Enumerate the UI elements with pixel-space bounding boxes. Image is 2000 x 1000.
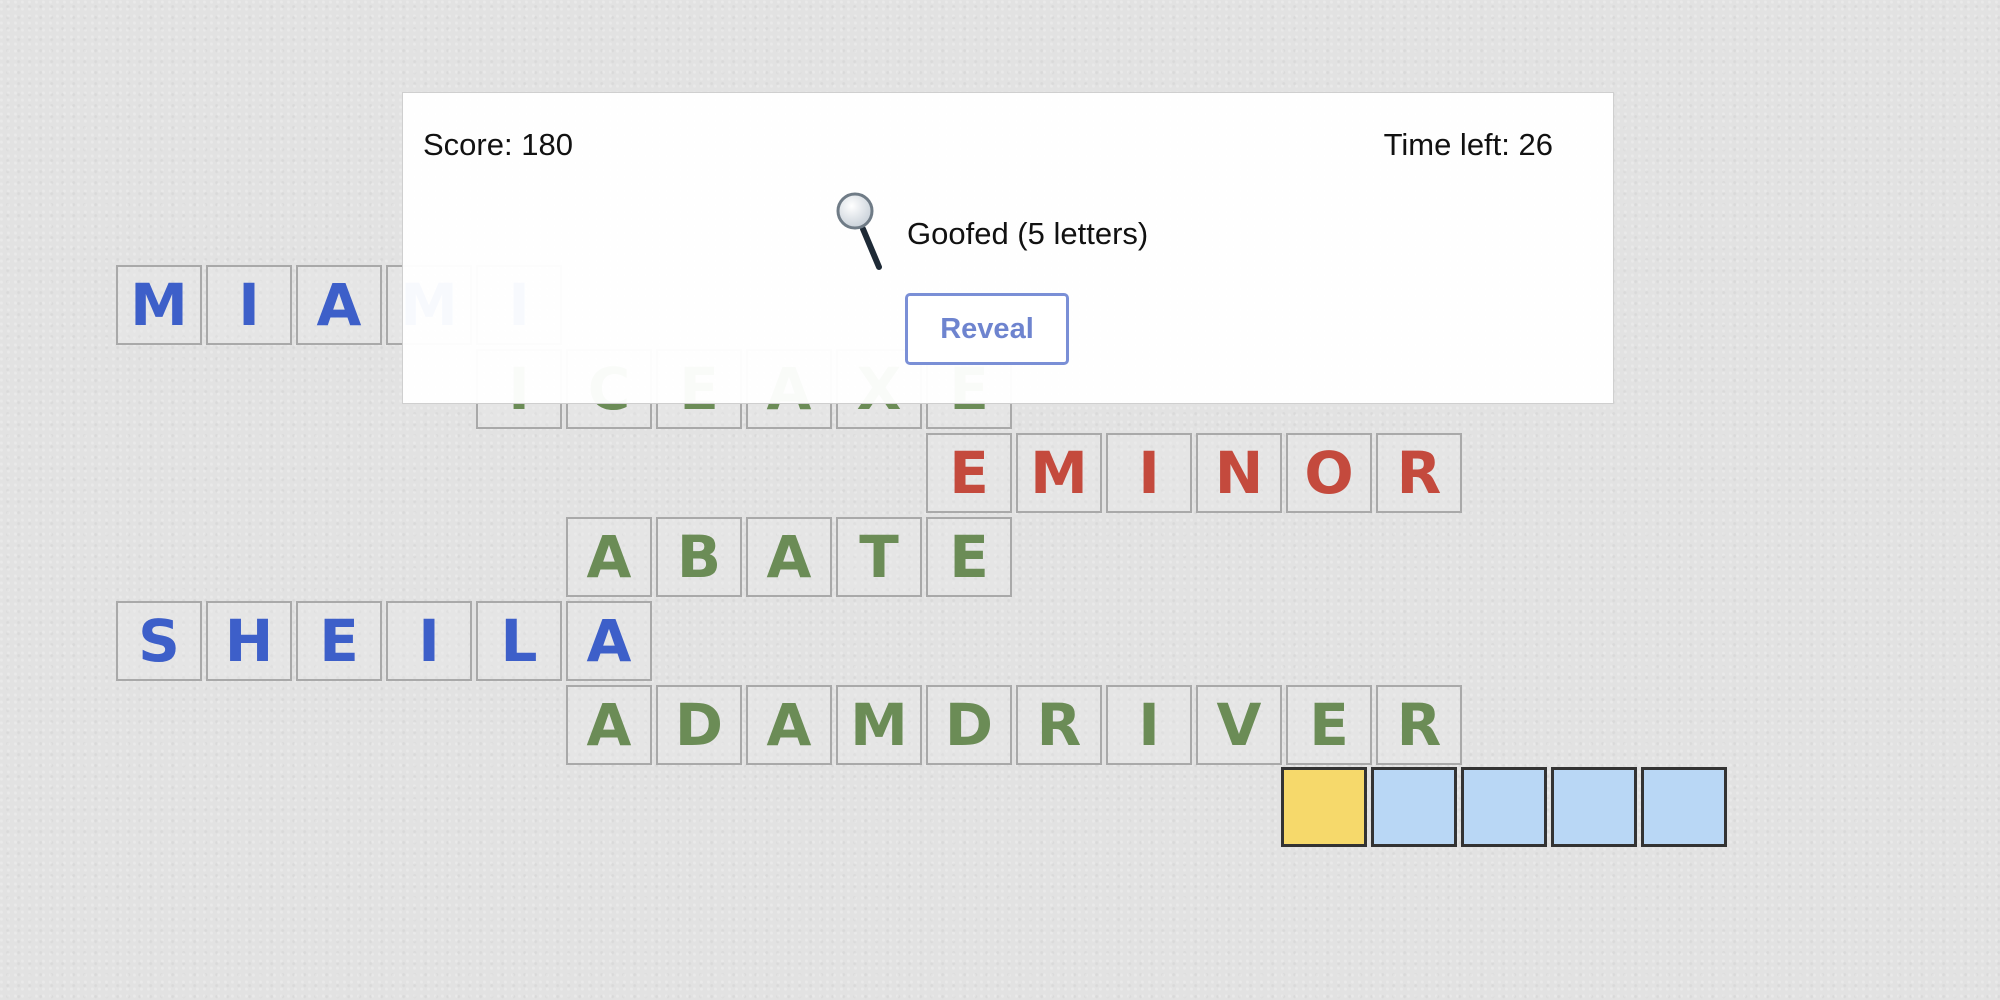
- letter-tile: E: [1286, 685, 1372, 765]
- letter-tile: I: [1106, 685, 1192, 765]
- letter-tile: I: [386, 601, 472, 681]
- letter-tile: M: [116, 265, 202, 345]
- letter-tile: H: [206, 601, 292, 681]
- letter-tile: E: [926, 517, 1012, 597]
- score-label: Score: 180: [423, 127, 573, 162]
- letter-tile: E: [926, 433, 1012, 513]
- answer-cell[interactable]: [1461, 767, 1547, 847]
- letter-tile: A: [296, 265, 382, 345]
- magnifying-glass-icon: [835, 189, 895, 279]
- letter-tile: L: [476, 601, 562, 681]
- letter-tile: S: [116, 601, 202, 681]
- letter-tile: A: [746, 517, 832, 597]
- time-left-label: Time left: 26: [1383, 127, 1553, 162]
- clue-text: Goofed (5 letters): [907, 216, 1149, 251]
- letter-tile: D: [656, 685, 742, 765]
- letter-tile: I: [1106, 433, 1192, 513]
- letter-tile: R: [1376, 433, 1462, 513]
- letter-tile: A: [746, 685, 832, 765]
- answer-cell[interactable]: [1551, 767, 1637, 847]
- letter-tile: O: [1286, 433, 1372, 513]
- letter-tile: M: [836, 685, 922, 765]
- answer-cell[interactable]: [1641, 767, 1727, 847]
- active-answer-cell[interactable]: [1281, 767, 1367, 847]
- letter-tile: N: [1196, 433, 1282, 513]
- letter-tile: R: [1376, 685, 1462, 765]
- letter-tile: B: [656, 517, 742, 597]
- answer-cell[interactable]: [1371, 767, 1457, 847]
- letter-tile: A: [566, 685, 652, 765]
- letter-tile: M: [1016, 433, 1102, 513]
- word-row-eminor: EMINOR: [926, 433, 1466, 517]
- clue-row: Goofed (5 letters): [835, 189, 1148, 279]
- letter-tile: R: [1016, 685, 1102, 765]
- word-row-sheila: SHEILA: [116, 601, 656, 685]
- letter-tile: D: [926, 685, 1012, 765]
- letter-tile: V: [1196, 685, 1282, 765]
- letter-tile: I: [206, 265, 292, 345]
- letter-tile: A: [566, 601, 652, 681]
- clue-panel: Score: 180 Time left: 26 Goofed (5 lette…: [402, 92, 1614, 404]
- word-row-adamdriver: ADAMDRIVER: [566, 685, 1466, 769]
- reveal-button[interactable]: Reveal: [905, 293, 1069, 365]
- word-row-abate: ABATE: [566, 517, 1016, 601]
- letter-tile: A: [566, 517, 652, 597]
- answer-input-row[interactable]: [1281, 767, 1731, 851]
- letter-tile: T: [836, 517, 922, 597]
- letter-tile: E: [296, 601, 382, 681]
